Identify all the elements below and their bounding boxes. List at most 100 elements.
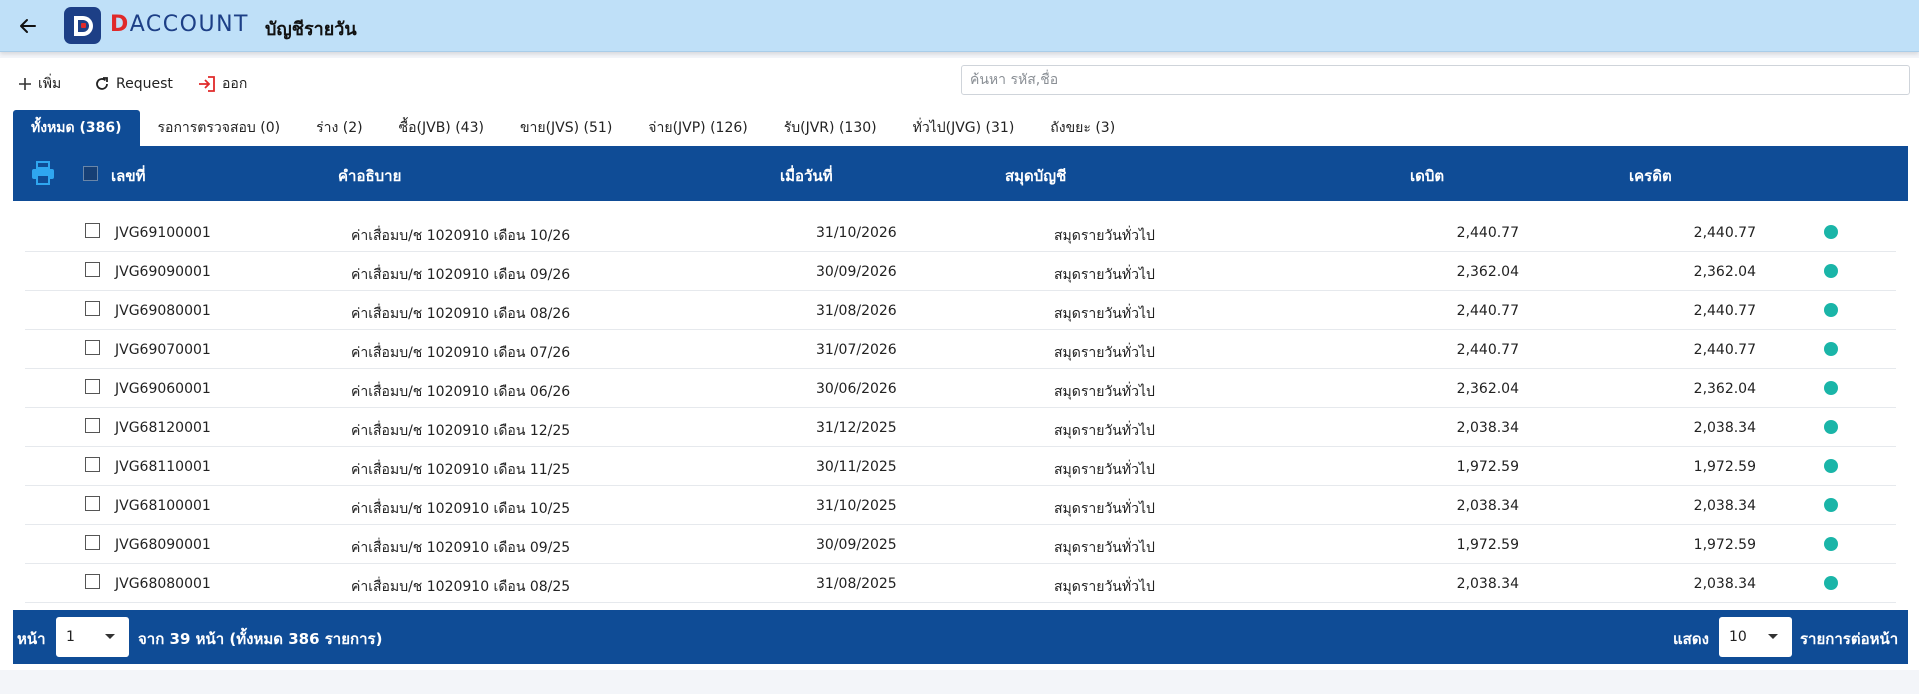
cell-description: ค่าเสื่อมบ/ช 1020910 เดือน 09/26 [351, 267, 571, 283]
table-body: JVG69100001 ค่าเสื่อมบ/ช 1020910 เดือน 1… [13, 201, 1908, 666]
show-label: แสดง [1673, 630, 1709, 648]
column-header-credit[interactable]: เครดิต [1629, 164, 1672, 188]
cell-number[interactable]: JVG69060001 [115, 381, 211, 397]
table-row[interactable]: JVG69100001 ค่าเสื่อมบ/ช 1020910 เดือน 1… [25, 213, 1896, 252]
tab-general[interactable]: ทั่วไป(JVG) (31) [895, 110, 1033, 146]
cell-description: ค่าเสื่อมบ/ช 1020910 เดือน 07/26 [351, 345, 571, 361]
cell-number[interactable]: JVG68110001 [115, 459, 211, 475]
table-row[interactable]: JVG68120001 ค่าเสื่อมบ/ช 1020910 เดือน 1… [25, 408, 1896, 447]
cell-number[interactable]: JVG69070001 [115, 342, 211, 358]
caret-down-icon [105, 634, 115, 639]
cell-credit: 2,038.34 [1693, 420, 1756, 436]
cell-date: 31/12/2025 [816, 420, 897, 436]
page-summary: จาก 39 หน้า (ทั้งหมด 386 รายการ) [138, 630, 383, 648]
row-checkbox[interactable] [85, 535, 100, 550]
table-row[interactable]: JVG69080001 ค่าเสื่อมบ/ช 1020910 เดือน 0… [25, 291, 1896, 330]
row-checkbox[interactable] [85, 457, 100, 472]
status-dot-icon [1824, 381, 1838, 395]
cell-number[interactable]: JVG68080001 [115, 576, 211, 592]
cell-debit: 2,440.77 [1456, 342, 1519, 358]
table-row[interactable]: JVG68110001 ค่าเสื่อมบ/ช 1020910 เดือน 1… [25, 447, 1896, 486]
request-button-label: Request [116, 76, 173, 92]
row-checkbox[interactable] [85, 574, 100, 589]
column-header-date[interactable]: เมื่อวันที่ [780, 164, 833, 188]
pagination-bar: หน้า 1 จาก 39 หน้า (ทั้งหมด 386 รายการ) … [13, 610, 1908, 664]
table-row[interactable]: JVG69090001 ค่าเสื่อมบ/ช 1020910 เดือน 0… [25, 252, 1896, 291]
row-checkbox[interactable] [85, 496, 100, 511]
main-panel: เพิ่ม Request ออก ทั้งหมด (386) รอการตรว… [0, 58, 1919, 670]
column-header-number[interactable]: เลขที่ [111, 164, 145, 188]
table-row[interactable]: JVG68080001 ค่าเสื่อมบ/ช 1020910 เดือน 0… [25, 564, 1896, 603]
add-button-label: เพิ่ม [38, 76, 62, 92]
status-dot-icon [1824, 420, 1838, 434]
cell-journal: สมุดรายวันทั่วไป [1054, 462, 1155, 478]
per-page-select[interactable]: 10 [1719, 617, 1792, 657]
column-header-debit[interactable]: เดบิต [1410, 164, 1444, 188]
cell-debit: 2,038.34 [1456, 420, 1519, 436]
table-row[interactable]: JVG68090001 ค่าเสื่อมบ/ช 1020910 เดือน 0… [25, 525, 1896, 564]
cell-debit: 2,362.04 [1456, 381, 1519, 397]
tab-draft[interactable]: ร่าง (2) [298, 110, 381, 146]
cell-debit: 2,038.34 [1456, 576, 1519, 592]
cell-debit: 1,972.59 [1456, 537, 1519, 553]
app-header: DACCOUNT บัญชีรายวัน [0, 0, 1919, 52]
request-button[interactable]: Request [94, 72, 173, 96]
print-button[interactable] [30, 160, 56, 186]
cell-journal: สมุดรายวันทั่วไป [1054, 345, 1155, 361]
brand-name: ACCOUNT [129, 12, 249, 37]
cell-debit: 2,038.34 [1456, 498, 1519, 514]
table-header: เลขที่ คำอธิบาย เมื่อวันที่ สมุดบัญชี เด… [13, 146, 1908, 201]
cell-description: ค่าเสื่อมบ/ช 1020910 เดือน 10/25 [351, 501, 571, 517]
print-icon [32, 161, 54, 185]
status-dot-icon [1824, 342, 1838, 356]
cell-number[interactable]: JVG69100001 [115, 225, 211, 241]
column-header-description[interactable]: คำอธิบาย [338, 164, 401, 188]
tab-purchase[interactable]: ซื้อ(JVB) (43) [381, 110, 502, 146]
status-dot-icon [1824, 225, 1838, 239]
row-checkbox[interactable] [85, 379, 100, 394]
add-button[interactable]: เพิ่ม [18, 72, 61, 96]
search-input[interactable] [961, 65, 1910, 95]
exit-button-label: ออก [222, 76, 248, 92]
row-checkbox[interactable] [85, 418, 100, 433]
page-select-value: 1 [66, 629, 75, 645]
column-header-journal[interactable]: สมุดบัญชี [1005, 164, 1066, 188]
cell-description: ค่าเสื่อมบ/ช 1020910 เดือน 10/26 [351, 228, 571, 244]
tab-trash[interactable]: ถังขยะ (3) [1032, 110, 1133, 146]
cell-date: 31/10/2025 [816, 498, 897, 514]
back-button[interactable] [14, 12, 42, 40]
row-checkbox[interactable] [85, 340, 100, 355]
exit-button[interactable]: ออก [198, 72, 247, 96]
cell-credit: 2,440.77 [1693, 342, 1756, 358]
cell-date: 30/06/2026 [816, 381, 897, 397]
tab-receipt[interactable]: รับ(JVR) (130) [766, 110, 895, 146]
tab-all[interactable]: ทั้งหมด (386) [13, 110, 140, 146]
row-checkbox[interactable] [85, 262, 100, 277]
cell-number[interactable]: JVG69090001 [115, 264, 211, 280]
table-row[interactable]: JVG69070001 ค่าเสื่อมบ/ช 1020910 เดือน 0… [25, 330, 1896, 369]
cell-journal: สมุดรายวันทั่วไป [1054, 540, 1155, 556]
cell-journal: สมุดรายวันทั่วไป [1054, 267, 1155, 283]
cell-description: ค่าเสื่อมบ/ช 1020910 เดือน 08/25 [351, 579, 571, 595]
cell-number[interactable]: JVG68100001 [115, 498, 211, 514]
page-select[interactable]: 1 [56, 617, 129, 657]
per-page-select-value: 10 [1729, 629, 1747, 645]
cell-description: ค่าเสื่อมบ/ช 1020910 เดือน 12/25 [351, 423, 571, 439]
table-row[interactable]: JVG69060001 ค่าเสื่อมบ/ช 1020910 เดือน 0… [25, 369, 1896, 408]
cell-credit: 2,440.77 [1693, 303, 1756, 319]
back-arrow-icon [20, 19, 36, 33]
cell-number[interactable]: JVG69080001 [115, 303, 211, 319]
cell-number[interactable]: JVG68090001 [115, 537, 211, 553]
cell-journal: สมุดรายวันทั่วไป [1054, 384, 1155, 400]
cell-credit: 2,038.34 [1693, 498, 1756, 514]
cell-credit: 2,440.77 [1693, 225, 1756, 241]
select-all-checkbox[interactable] [83, 166, 98, 181]
cell-description: ค่าเสื่อมบ/ช 1020910 เดือน 09/25 [351, 540, 571, 556]
table-row[interactable]: JVG68100001 ค่าเสื่อมบ/ช 1020910 เดือน 1… [25, 486, 1896, 525]
tab-payment[interactable]: จ่าย(JVP) (126) [630, 110, 765, 146]
tab-pending-review[interactable]: รอการตรวจสอบ (0) [140, 110, 299, 146]
tab-sales[interactable]: ขาย(JVS) (51) [502, 110, 630, 146]
cell-number[interactable]: JVG68120001 [115, 420, 211, 436]
row-checkbox[interactable] [85, 223, 100, 238]
row-checkbox[interactable] [85, 301, 100, 316]
